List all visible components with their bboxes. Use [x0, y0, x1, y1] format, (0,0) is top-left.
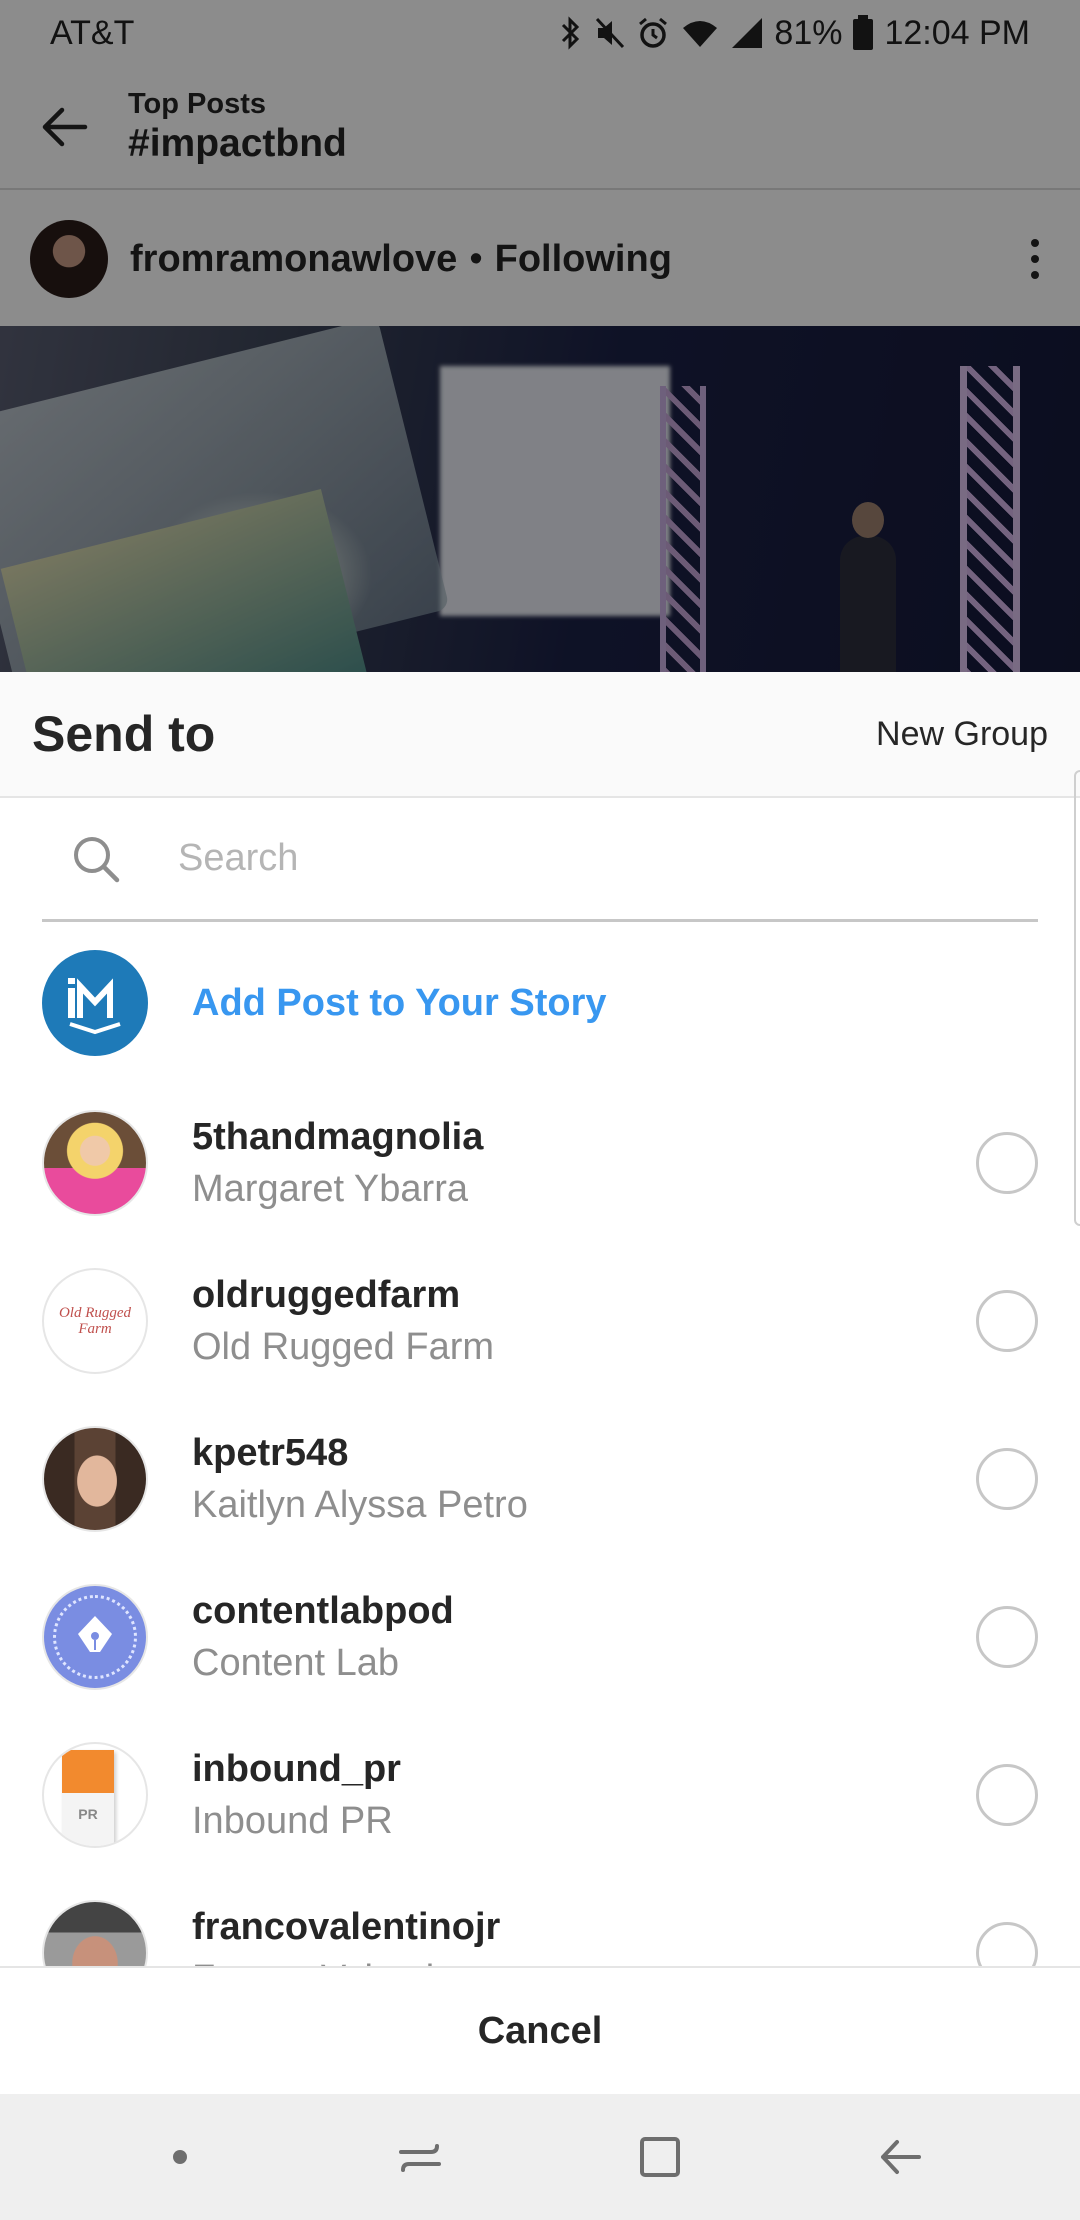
recents-icon — [399, 2144, 441, 2172]
nav-dot-button[interactable] — [135, 2112, 225, 2202]
select-radio-icon[interactable] — [976, 1290, 1038, 1352]
contact-fullname: Content Lab — [192, 1642, 400, 1684]
contact-username: kpetr548 — [192, 1432, 349, 1474]
contact-fullname: Old Rugged Farm — [192, 1326, 495, 1368]
contact-row[interactable]: 5thandmagnolia Margaret Ybarra — [0, 1084, 1080, 1242]
contact-row[interactable]: PR inbound_pr Inbound PR — [0, 1716, 1080, 1874]
pen-nib-icon — [78, 1616, 112, 1652]
sheet-title: Send to — [32, 706, 216, 762]
select-radio-icon[interactable] — [976, 1606, 1038, 1668]
select-radio-icon[interactable] — [976, 1448, 1038, 1510]
contact-row[interactable]: Old Rugged Farm oldruggedfarm Old Rugged… — [0, 1242, 1080, 1400]
select-radio-icon[interactable] — [976, 1132, 1038, 1194]
contact-username: francovalentinojr — [192, 1906, 501, 1948]
avatar: Old Rugged Farm — [42, 1268, 148, 1374]
avatar — [42, 1426, 148, 1532]
back-icon — [881, 2140, 921, 2174]
cancel-bar: Cancel — [0, 1966, 1080, 2094]
search-icon — [66, 829, 126, 889]
sheet-header: Send to New Group — [0, 672, 1080, 798]
book-cover-text: PR — [78, 1806, 98, 1822]
contact-row[interactable]: contentlabpod Content Lab — [0, 1558, 1080, 1716]
home-icon — [640, 2137, 680, 2177]
contact-row[interactable]: kpetr548 Kaitlyn Alyssa Petro — [0, 1400, 1080, 1558]
avatar — [42, 1584, 148, 1690]
dot-icon — [173, 2150, 187, 2164]
story-avatar — [42, 950, 148, 1056]
farm-logo-text: Old Rugged Farm — [58, 1305, 132, 1337]
search-bar[interactable] — [42, 798, 1038, 922]
contact-username: oldruggedfarm — [192, 1274, 461, 1316]
send-to-sheet: Send to New Group Add Post to Your Story… — [0, 672, 1080, 2094]
add-to-story-row[interactable]: Add Post to Your Story — [0, 922, 1080, 1084]
system-nav-bar — [0, 2094, 1080, 2220]
contact-fullname: Margaret Ybarra — [192, 1168, 468, 1210]
background-app: AT&T 81% 12:04 PM Top Posts #impactbnd f… — [0, 0, 1080, 672]
contact-username: 5thandmagnolia — [192, 1116, 484, 1158]
avatar — [42, 1110, 148, 1216]
contact-list: 5thandmagnolia Margaret Ybarra Old Rugge… — [0, 1084, 1080, 2032]
select-radio-icon[interactable] — [976, 1764, 1038, 1826]
new-group-button[interactable]: New Group — [876, 705, 1048, 764]
contact-username: contentlabpod — [192, 1590, 454, 1632]
avatar: PR — [42, 1742, 148, 1848]
add-to-story-label: Add Post to Your Story — [192, 981, 607, 1024]
back-nav-button[interactable] — [855, 2112, 945, 2202]
home-button[interactable] — [615, 2112, 705, 2202]
contact-fullname: Kaitlyn Alyssa Petro — [192, 1484, 528, 1526]
search-input[interactable] — [178, 837, 878, 880]
recents-button[interactable] — [375, 2112, 465, 2202]
im-logo-icon — [68, 978, 121, 1035]
contact-username: inbound_pr — [192, 1748, 401, 1790]
cancel-button[interactable]: Cancel — [418, 1990, 663, 2073]
edge-panel-handle[interactable] — [1074, 770, 1080, 1226]
dim-overlay[interactable] — [0, 0, 1080, 672]
contact-fullname: Inbound PR — [192, 1800, 393, 1842]
